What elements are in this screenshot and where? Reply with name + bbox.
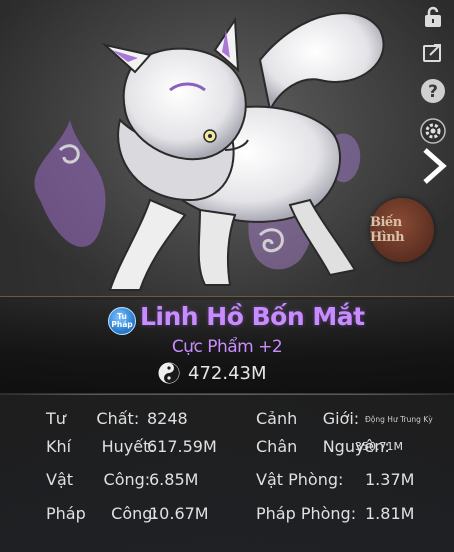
badge-line-2: Pháp — [111, 320, 133, 329]
next-pet-button[interactable] — [416, 146, 450, 186]
pet-grade: Cực Phẩm +2 — [171, 337, 283, 357]
yin-yang-icon — [158, 362, 180, 384]
settings-button[interactable] — [416, 114, 450, 148]
stat-phap-cong-value: 10.67M — [149, 504, 209, 523]
cultivation-type-badge: Tu Pháp — [108, 307, 136, 335]
power-display: 472.43M — [158, 362, 267, 384]
share-button[interactable] — [416, 36, 450, 70]
stats-panel: Tư Chất: 8248 Cảnh Giới: Động Hư Trung K… — [0, 395, 454, 552]
stat-vat-cong-value: 6.85M — [149, 470, 199, 489]
settings-icon — [420, 118, 446, 144]
help-button[interactable]: ? — [416, 74, 450, 108]
power-value: 472.43M — [188, 362, 267, 384]
stat-phap-cong-label: Pháp Công: — [46, 504, 158, 523]
stat-canh-gioi-label: Cảnh Giới: — [256, 409, 360, 428]
stat-chan-nguyen-value: 350.71M — [355, 440, 403, 453]
share-icon — [423, 44, 441, 62]
pet-detail-screen: ? Biến Hình Tu Pháp Linh Hồ Bốn Mắt Cực … — [0, 0, 454, 552]
lock-icon — [425, 6, 441, 27]
pet-name: Linh Hồ Bốn Mắt — [140, 302, 365, 331]
svg-text:?: ? — [428, 82, 438, 102]
stat-vat-phong-value: 1.37M — [365, 470, 415, 489]
stat-tu-chat-label: Tư Chất: — [46, 409, 140, 428]
lock-button[interactable] — [416, 0, 450, 34]
stat-khi-huyet-value: 617.59M — [147, 437, 217, 456]
stat-tu-chat-value: 8248 — [147, 409, 188, 428]
stat-phap-phong-value: 1.81M — [365, 504, 415, 523]
stat-phap-phong-label: Pháp Phòng: — [256, 504, 357, 523]
stat-vat-phong-label: Vật Phòng: — [256, 470, 344, 489]
stat-vat-cong-label: Vật Công: — [46, 470, 151, 489]
stat-canh-gioi-value: Động Hư Trung Kỳ — [365, 415, 433, 424]
next-arrow-icon — [423, 148, 447, 184]
help-icon: ? — [421, 79, 445, 103]
stat-khi-huyet-label: Khí Huyết: — [46, 437, 155, 456]
transform-button[interactable]: Biến Hình — [370, 198, 434, 262]
transform-button-label: Biến Hình — [370, 215, 405, 245]
